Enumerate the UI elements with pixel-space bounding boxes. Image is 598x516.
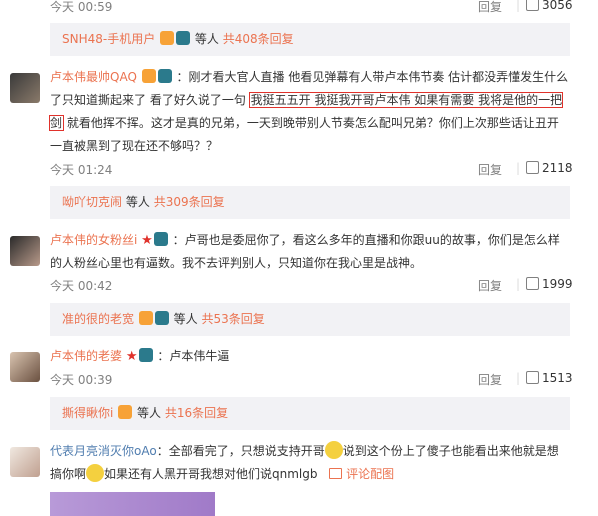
- divider: |: [516, 371, 521, 385]
- fan-badge-icon: [176, 31, 191, 45]
- reply-button[interactable]: 回复: [478, 0, 502, 15]
- like-icon[interactable]: [526, 371, 539, 385]
- like-icon[interactable]: [526, 0, 539, 12]
- reply-summary[interactable]: 准的很的老宽 等人 共53条回复: [50, 303, 570, 336]
- reply-user[interactable]: SNH48-手机用户: [62, 32, 155, 46]
- fan-badge-icon: [154, 311, 169, 325]
- comment-body-3: 如果还有人黑开哥我想对他们说qnmlgb: [104, 467, 318, 481]
- avatar[interactable]: [10, 73, 40, 103]
- reply-user[interactable]: 准的很的老宽: [62, 312, 134, 326]
- divider: |: [516, 277, 521, 291]
- avatar[interactable]: [10, 236, 40, 266]
- comment-username[interactable]: 代表月亮消灭你oAo: [50, 444, 157, 458]
- reply-count-link[interactable]: 共53条回复: [202, 312, 265, 326]
- fan-badge-icon: [157, 69, 172, 83]
- like-icon[interactable]: [526, 277, 539, 291]
- comment-meta: 今天 00:42 回复 | 1999: [50, 277, 573, 295]
- reply-count-link[interactable]: 共309条回复: [154, 195, 225, 209]
- divider: |: [516, 161, 521, 175]
- like-count: 1999: [542, 277, 573, 291]
- fan-badge-icon: [153, 232, 168, 246]
- like-icon[interactable]: [526, 161, 539, 175]
- comment-body: ：全部看完了，只想说支持开哥: [156, 444, 325, 458]
- comment-username[interactable]: 卢本伟最帅QAQ: [50, 70, 137, 84]
- reply-button[interactable]: 回复: [478, 277, 502, 294]
- comment-body-end: 就看他挥不挥。这才是真的兄弟，一天到晚带别人节奏怎么配叫兄弟？你们上次那些话让丑…: [50, 116, 559, 153]
- reply-middle: 等人: [194, 32, 219, 46]
- vip-badge-icon: [141, 69, 156, 83]
- comment-time: 今天 00:59: [50, 0, 113, 14]
- star-badge-icon: ★: [141, 233, 153, 248]
- comment-image[interactable]: [50, 492, 215, 516]
- fan-badge-icon: [138, 348, 153, 362]
- vip-badge-icon: [118, 405, 133, 419]
- reply-summary[interactable]: 撕得瞅你i 等人 共16条回复: [50, 397, 570, 430]
- like-count: 2118: [542, 161, 573, 175]
- comment-body: ：卢本伟牛逼: [157, 349, 230, 363]
- reply-count-link[interactable]: 共408条回复: [223, 32, 294, 46]
- reply-middle: 等人: [125, 195, 150, 209]
- vip-badge-icon: [160, 31, 175, 45]
- reply-middle: 等人: [173, 312, 198, 326]
- divider: |: [516, 0, 521, 12]
- smile-emoji-icon: [324, 441, 343, 459]
- reply-summary[interactable]: 呦吖切克闹 等人 共309条回复: [50, 186, 570, 219]
- comment-text: 卢本伟最帅QAQ ：刚才看大官人直播 他看见弹幕有人带卢本伟节奏 估计都没弄懂发…: [48, 66, 570, 158]
- vip-badge-icon: [138, 311, 153, 325]
- comment-text: 卢本伟的女粉丝i ★ ：卢哥也是委屈你了，看这么多年的直播和你跟uu的故事，你们…: [50, 229, 570, 275]
- comment-time: 今天 01:24: [50, 163, 113, 177]
- reply-user[interactable]: 撕得瞅你i: [62, 406, 113, 420]
- image-icon[interactable]: [329, 468, 343, 479]
- comment-time: 今天 00:42: [50, 279, 113, 293]
- reply-button[interactable]: 回复: [478, 161, 502, 178]
- star-badge-icon: ★: [125, 349, 138, 364]
- reply-user[interactable]: 呦吖切克闹: [62, 195, 122, 209]
- comment-meta: 今天 00:39 回复 | 1513: [50, 371, 573, 389]
- reply-middle: 等人: [137, 406, 162, 420]
- reply-count-link[interactable]: 共16条回复: [165, 406, 228, 420]
- reply-button[interactable]: 回复: [478, 371, 502, 388]
- comment-meta: 今天 01:24 回复 | 2118: [50, 161, 573, 179]
- comment-image-link[interactable]: 评论配图: [346, 467, 394, 481]
- like-count: 3056: [542, 0, 573, 12]
- reply-summary[interactable]: SNH48-手机用户 等人 共408条回复: [50, 23, 570, 56]
- comment-username[interactable]: 卢本伟的老婆: [50, 349, 122, 363]
- comment-time: 今天 00:39: [50, 373, 113, 387]
- comment-meta: 今天 00:59 回复 | 3056: [50, 0, 573, 16]
- comment-text: 代表月亮消灭你oAo：全部看完了，只想说支持开哥 说到这个份上了傻子也能看出来他就…: [50, 440, 570, 486]
- avatar[interactable]: [10, 447, 40, 477]
- like-count: 1513: [542, 371, 573, 385]
- comment-text: 卢本伟的老婆 ★ ：卢本伟牛逼: [50, 345, 570, 368]
- emoji-icon: [86, 464, 105, 482]
- comment-username[interactable]: 卢本伟的女粉丝i: [50, 233, 137, 247]
- avatar[interactable]: [10, 352, 40, 382]
